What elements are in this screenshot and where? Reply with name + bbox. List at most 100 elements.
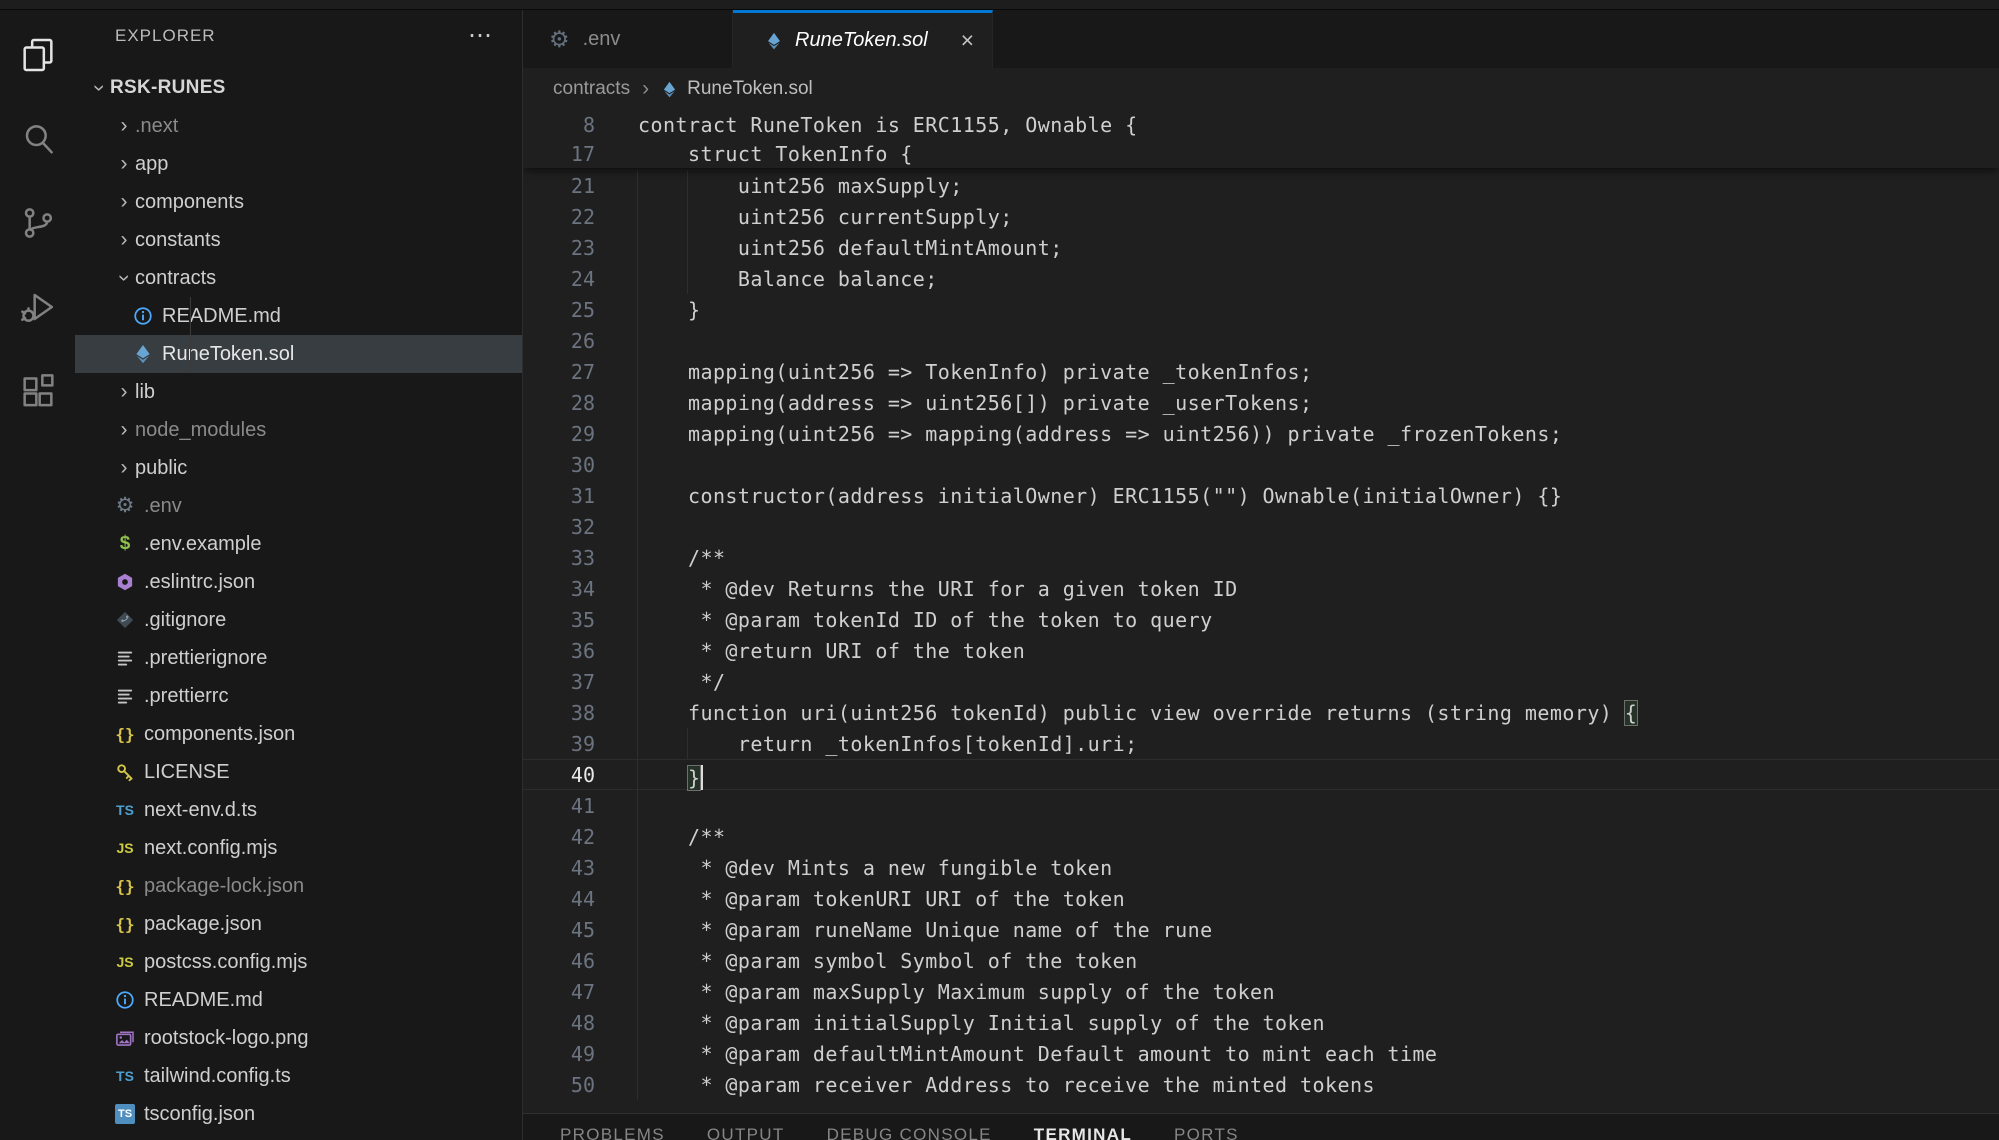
- tree-item-postcss-config-mjs[interactable]: JSpostcss.config.mjs: [75, 943, 522, 981]
- code-text: mapping(address => uint256[]) private _u…: [638, 391, 1313, 415]
- tab-env[interactable]: ⚙ .env: [525, 10, 733, 68]
- code-line-29[interactable]: 29 mapping(uint256 => mapping(address =>…: [523, 418, 1999, 449]
- js-icon: JS: [113, 840, 137, 856]
- code-line-38[interactable]: 38 function uri(uint256 tokenId) public …: [523, 697, 1999, 728]
- tree-item-app[interactable]: ›app: [75, 145, 522, 183]
- tree-item-next-config-mjs[interactable]: JSnext.config.mjs: [75, 829, 522, 867]
- code-line-45[interactable]: 45 * @param runeName Unique name of the …: [523, 914, 1999, 945]
- chevron-right-icon: ›: [113, 152, 135, 176]
- tree-item-package-lock-json[interactable]: {}package-lock.json: [75, 867, 522, 905]
- extensions-icon[interactable]: [0, 369, 75, 413]
- tree-item-components-json[interactable]: {}components.json: [75, 715, 522, 753]
- chevron-down-icon: ›: [87, 77, 111, 99]
- tree-item--gitignore[interactable]: .gitignore: [75, 601, 522, 639]
- panel-tabs: PROBLEMS OUTPUT DEBUG CONSOLE TERMINAL PORTS: [523, 1114, 1999, 1140]
- tree-item-lib[interactable]: ›lib: [75, 373, 522, 411]
- code-text: uint256 maxSupply;: [638, 174, 963, 198]
- sidebar-title: EXPLORER: [115, 26, 216, 46]
- tab-runetoken[interactable]: RuneToken.sol ×: [733, 10, 993, 68]
- code-editor[interactable]: 8contract RuneToken is ERC1155, Ownable …: [523, 110, 1999, 1113]
- line-number: 28: [523, 391, 595, 415]
- line-number: 46: [523, 949, 595, 973]
- tree-item-contracts[interactable]: ›contracts: [75, 259, 522, 297]
- tree-item--prettierignore[interactable]: .prettierignore: [75, 639, 522, 677]
- tree-item--eslintrc-json[interactable]: .eslintrc.json: [75, 563, 522, 601]
- close-icon[interactable]: ×: [961, 27, 974, 54]
- breadcrumb-folder[interactable]: contracts: [553, 78, 630, 100]
- code-line-21[interactable]: 21 uint256 maxSupply;: [523, 170, 1999, 201]
- code-lines: 21 uint256 maxSupply;22 uint256 currentS…: [523, 168, 1999, 1100]
- code-line-35[interactable]: 35 * @param tokenId ID of the token to q…: [523, 604, 1999, 635]
- code-line-40[interactable]: 40 }: [523, 759, 1999, 790]
- code-line-31[interactable]: 31 constructor(address initialOwner) ERC…: [523, 480, 1999, 511]
- panel-tab-ports[interactable]: PORTS: [1174, 1125, 1239, 1140]
- tree-item-node-modules[interactable]: ›node_modules: [75, 411, 522, 449]
- code-line-43[interactable]: 43 * @dev Mints a new fungible token: [523, 852, 1999, 883]
- line-number: 8: [523, 113, 595, 137]
- tree-root-rsk-runes[interactable]: ›RSK-RUNES: [75, 69, 522, 107]
- panel-tab-debug-console[interactable]: DEBUG CONSOLE: [827, 1125, 992, 1140]
- tree-item-label: contracts: [135, 267, 216, 290]
- code-line-23[interactable]: 23 uint256 defaultMintAmount;: [523, 232, 1999, 263]
- search-icon[interactable]: [0, 117, 75, 161]
- tree-item-rootstock-logo-png[interactable]: rootstock-logo.png: [75, 1019, 522, 1057]
- code-line-50[interactable]: 50 * @param receiver Address to receive …: [523, 1069, 1999, 1100]
- tree-item-license[interactable]: LICENSE: [75, 753, 522, 791]
- tree-item-public[interactable]: ›public: [75, 449, 522, 487]
- tree-item-tsconfig-json[interactable]: TStsconfig.json: [75, 1095, 522, 1133]
- tree-item--env[interactable]: ⚙.env: [75, 487, 522, 525]
- tree-item--env-example[interactable]: $.env.example: [75, 525, 522, 563]
- panel-tab-output[interactable]: OUTPUT: [707, 1125, 785, 1140]
- tree-item-tailwind-config-ts[interactable]: TStailwind.config.ts: [75, 1057, 522, 1095]
- tree-item-label: tailwind.config.ts: [144, 1065, 291, 1088]
- code-line-47[interactable]: 47 * @param maxSupply Maximum supply of …: [523, 976, 1999, 1007]
- line-number: 36: [523, 639, 595, 663]
- explorer-icon[interactable]: [0, 33, 75, 77]
- code-line-28[interactable]: 28 mapping(address => uint256[]) private…: [523, 387, 1999, 418]
- tree-item-label: public: [135, 457, 187, 480]
- tree-item-label: .gitignore: [144, 609, 226, 632]
- tree-item--next[interactable]: ›.next: [75, 107, 522, 145]
- tree-item-constants[interactable]: ›constants: [75, 221, 522, 259]
- code-text: struct TokenInfo {: [638, 142, 913, 166]
- tree-item-runetoken-sol[interactable]: RuneToken.sol: [75, 335, 522, 373]
- code-line-27[interactable]: 27 mapping(uint256 => TokenInfo) private…: [523, 356, 1999, 387]
- line-number: 45: [523, 918, 595, 942]
- code-line-26[interactable]: 26: [523, 325, 1999, 356]
- sticky-line-17[interactable]: 17 struct TokenInfo {: [523, 139, 1999, 168]
- panel-tab-problems[interactable]: PROBLEMS: [560, 1125, 665, 1140]
- tree-item-next-env-d-ts[interactable]: TSnext-env.d.ts: [75, 791, 522, 829]
- code-line-42[interactable]: 42 /**: [523, 821, 1999, 852]
- code-line-49[interactable]: 49 * @param defaultMintAmount Default am…: [523, 1038, 1999, 1069]
- tree-item-package-json[interactable]: {}package.json: [75, 905, 522, 943]
- code-line-37[interactable]: 37 */: [523, 666, 1999, 697]
- code-line-39[interactable]: 39 return _tokenInfos[tokenId].uri;: [523, 728, 1999, 759]
- info-icon: [131, 306, 155, 326]
- code-line-44[interactable]: 44 * @param tokenURI URI of the token: [523, 883, 1999, 914]
- tree-item-readme-md[interactable]: README.md: [75, 981, 522, 1019]
- tree-item-label: RuneToken.sol: [162, 343, 294, 366]
- code-line-22[interactable]: 22 uint256 currentSupply;: [523, 201, 1999, 232]
- code-line-48[interactable]: 48 * @param initialSupply Initial supply…: [523, 1007, 1999, 1038]
- code-line-41[interactable]: 41: [523, 790, 1999, 821]
- code-line-25[interactable]: 25 }: [523, 294, 1999, 325]
- tree-item-readme-md[interactable]: README.md: [75, 297, 522, 335]
- panel-tab-terminal[interactable]: TERMINAL: [1034, 1125, 1132, 1140]
- sidebar-header: EXPLORER ⋯: [75, 10, 522, 62]
- code-line-32[interactable]: 32: [523, 511, 1999, 542]
- run-debug-icon[interactable]: [0, 285, 75, 329]
- code-line-24[interactable]: 24 Balance balance;: [523, 263, 1999, 294]
- code-line-36[interactable]: 36 * @return URI of the token: [523, 635, 1999, 666]
- code-line-33[interactable]: 33 /**: [523, 542, 1999, 573]
- more-actions-icon[interactable]: ⋯: [468, 31, 492, 41]
- tree-item-components[interactable]: ›components: [75, 183, 522, 221]
- code-line-46[interactable]: 46 * @param symbol Symbol of the token: [523, 945, 1999, 976]
- chevron-right-icon: ›: [113, 380, 135, 404]
- line-number: 35: [523, 608, 595, 632]
- sticky-line-8[interactable]: 8contract RuneToken is ERC1155, Ownable …: [523, 110, 1999, 139]
- tree-item--prettierrc[interactable]: .prettierrc: [75, 677, 522, 715]
- code-line-34[interactable]: 34 * @dev Returns the URI for a given to…: [523, 573, 1999, 604]
- breadcrumb-file[interactable]: RuneToken.sol: [661, 78, 813, 100]
- code-line-30[interactable]: 30: [523, 449, 1999, 480]
- source-control-icon[interactable]: [0, 201, 75, 245]
